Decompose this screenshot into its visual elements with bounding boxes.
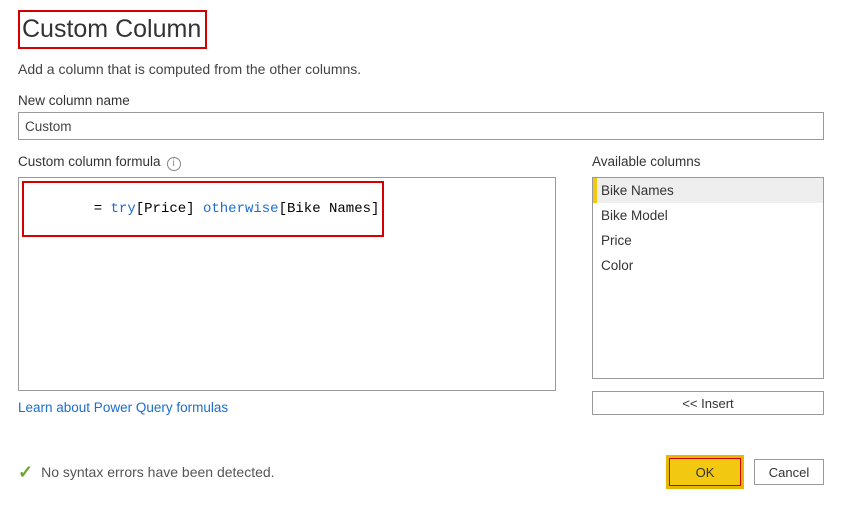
formula-seg2: [Bike Names] bbox=[279, 201, 380, 217]
formula-seg1: [Price] bbox=[136, 201, 203, 217]
new-column-name-input[interactable] bbox=[18, 112, 824, 140]
formula-editor[interactable]: = try[Price] otherwise[Bike Names] bbox=[18, 177, 556, 391]
available-column-item[interactable]: Bike Model bbox=[593, 203, 823, 228]
formula-prefix: = bbox=[94, 201, 111, 217]
insert-button[interactable]: << Insert bbox=[592, 391, 824, 415]
cancel-button[interactable]: Cancel bbox=[754, 459, 824, 485]
available-columns-label: Available columns bbox=[592, 154, 824, 169]
available-column-item[interactable]: Color bbox=[593, 253, 823, 278]
status-text: No syntax errors have been detected. bbox=[41, 464, 274, 480]
available-column-item[interactable]: Bike Names bbox=[593, 178, 823, 203]
new-column-name-label: New column name bbox=[18, 93, 824, 108]
ok-button-highlight: OK bbox=[666, 455, 744, 489]
dialog-subtitle: Add a column that is computed from the o… bbox=[18, 61, 824, 77]
checkmark-icon: ✓ bbox=[18, 462, 33, 483]
dialog-title: Custom Column bbox=[18, 10, 207, 49]
learn-link[interactable]: Learn about Power Query formulas bbox=[18, 400, 228, 415]
available-columns-list[interactable]: Bike Names Bike Model Price Color bbox=[592, 177, 824, 379]
formula-kw-otherwise: otherwise bbox=[203, 201, 279, 217]
available-column-item[interactable]: Price bbox=[593, 228, 823, 253]
info-icon[interactable]: i bbox=[167, 157, 181, 171]
formula-label: Custom column formula bbox=[18, 154, 161, 169]
ok-button[interactable]: OK bbox=[670, 459, 740, 485]
formula-kw-try: try bbox=[111, 201, 136, 217]
